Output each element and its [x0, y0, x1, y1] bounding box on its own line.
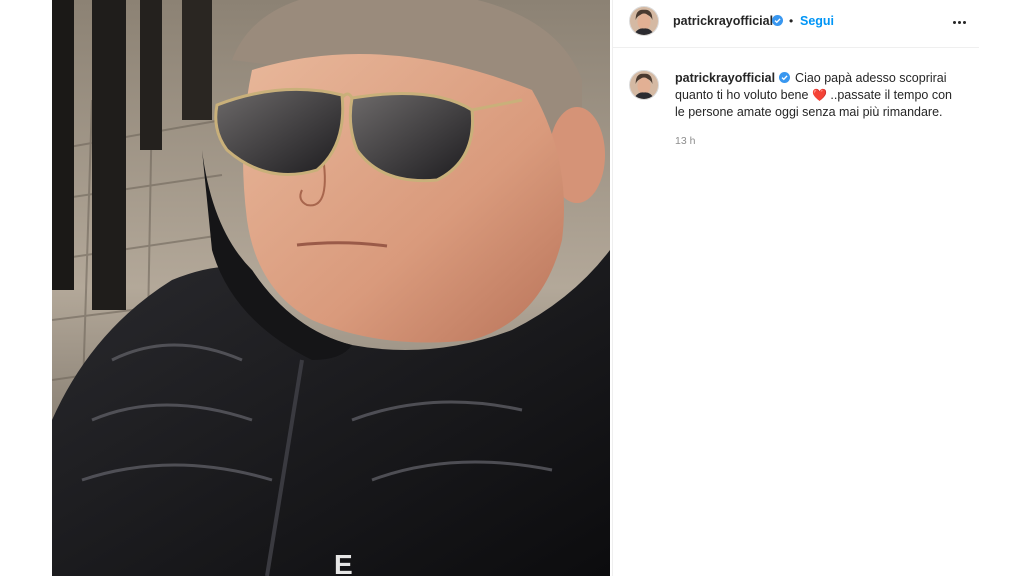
avatar-image: [630, 71, 658, 99]
jacket-logo: E: [334, 549, 353, 576]
separator-dot: •: [789, 14, 794, 28]
post-photo-illustration: E: [52, 0, 610, 576]
post-image[interactable]: E: [52, 0, 610, 576]
caption-avatar[interactable]: [629, 70, 659, 100]
heart-emoji-icon: ❤️: [811, 88, 827, 102]
post-timestamp[interactable]: 13 h: [675, 135, 695, 147]
verified-badge-icon: [779, 72, 791, 83]
more-options-icon[interactable]: [949, 14, 969, 30]
verified-badge-icon: [772, 15, 783, 26]
avatar[interactable]: [629, 6, 659, 36]
header-username[interactable]: patrickrayofficial: [673, 14, 773, 28]
avatar-image: [630, 7, 658, 35]
post-side-panel: patrickrayofficial • Segui patrickrayoff…: [612, 0, 979, 576]
post-header: patrickrayofficial • Segui: [613, 0, 979, 48]
caption-username[interactable]: patrickrayofficial: [675, 71, 775, 85]
caption: patrickrayofficial Ciao papà adesso scopr…: [675, 70, 965, 121]
follow-button[interactable]: Segui: [800, 14, 834, 28]
